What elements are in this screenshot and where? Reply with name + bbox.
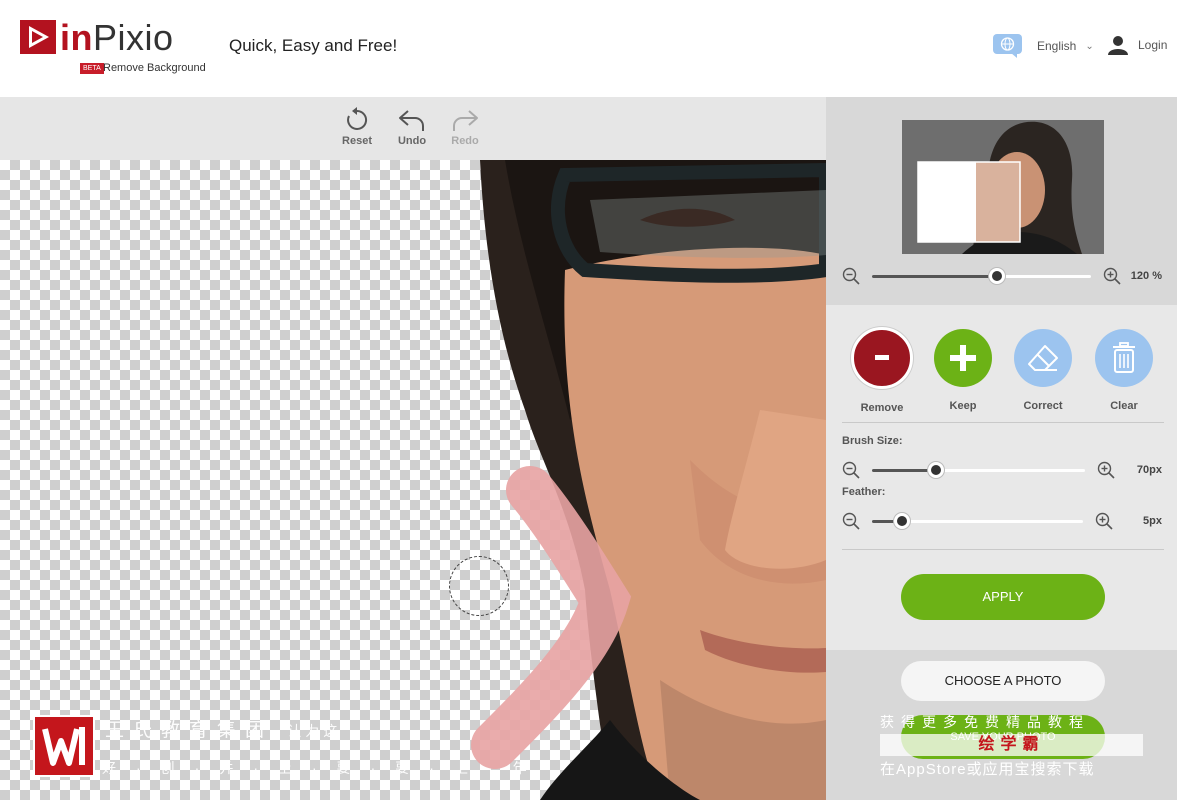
feather-handle[interactable]	[893, 512, 910, 529]
redo-label: Redo	[451, 135, 479, 147]
feather-slider[interactable]	[872, 512, 1084, 529]
watermark-right-line-2: 绘学霸	[880, 734, 1143, 756]
brush-size-label: Brush Size:	[842, 435, 903, 447]
divider	[842, 549, 1164, 550]
globe-chat-icon	[993, 34, 1022, 58]
logo-wordmark: inPixio	[60, 17, 174, 58]
brush-size-slider[interactable]	[872, 461, 1085, 478]
clear-label: Clear	[1110, 400, 1138, 412]
correct-label: Correct	[1023, 400, 1063, 412]
watermark-right: 获得更多免费精品教程 绘学霸 在AppStore或应用宝搜索下载	[880, 712, 1145, 782]
plus-icon	[950, 345, 976, 371]
feather-row: 5px	[842, 511, 1162, 531]
brush-size-handle[interactable]	[927, 461, 944, 478]
divider	[842, 422, 1164, 423]
correct-tool-circle	[1014, 329, 1072, 387]
reset-icon	[347, 107, 368, 130]
inpixio-logo[interactable]: inPixio BETA Remove Background	[20, 18, 210, 78]
undo-button[interactable]: Undo	[392, 107, 432, 147]
feather-label: Feather:	[842, 486, 886, 498]
reset-button[interactable]: Reset	[337, 107, 377, 147]
keep-tool-circle	[934, 329, 992, 387]
watermark-right-line-1: 获得更多免费精品教程	[880, 714, 1090, 730]
w-logo-icon	[42, 727, 85, 766]
brush-decrease-icon[interactable]	[842, 461, 860, 479]
trash-icon	[1113, 342, 1135, 373]
tagline: Quick, Easy and Free!	[229, 36, 398, 55]
reset-label: Reset	[342, 135, 372, 147]
play-logo-icon	[20, 20, 56, 54]
app-header: inPixio BETA Remove Background Quick, Ea…	[0, 0, 1177, 97]
login-link[interactable]: Login	[1108, 35, 1167, 55]
minus-icon	[875, 355, 889, 360]
brush-size-row: 70px	[842, 460, 1162, 480]
beta-badge: BETA	[80, 63, 104, 74]
choose-photo-button[interactable]: CHOOSE A PHOTO	[901, 661, 1105, 701]
clear-tool[interactable]: Clear	[1091, 327, 1157, 412]
remove-tool-circle	[851, 327, 913, 389]
zoom-value: 120 %	[1130, 270, 1162, 282]
language-selector[interactable]: English ⌄	[993, 33, 1094, 59]
brush-increase-icon[interactable]	[1097, 461, 1115, 479]
zoom-slider-handle[interactable]	[988, 267, 1005, 284]
keep-label: Keep	[949, 400, 977, 412]
navigator-preview[interactable]	[902, 120, 1104, 254]
zoom-out-icon[interactable]	[842, 267, 860, 285]
editing-canvas[interactable]	[0, 160, 826, 800]
remove-label: Remove	[860, 402, 904, 414]
chevron-down-icon: ⌄	[1085, 40, 1094, 52]
zoom-slider[interactable]	[872, 267, 1091, 284]
undo-label: Undo	[397, 135, 427, 147]
feather-decrease-icon[interactable]	[842, 512, 860, 530]
watermark-left: 王氏教育集团 认为这 好·创·并·上·要·要·上·年	[33, 715, 527, 785]
side-panel: 120 % Remove Keep Correct Clear Brush Si…	[826, 97, 1177, 800]
portrait-photo	[471, 160, 826, 800]
watermark-text-2: 好·创·并·上·要·要·上·年	[102, 760, 547, 776]
feather-increase-icon[interactable]	[1095, 512, 1113, 530]
keep-tool[interactable]: Keep	[930, 327, 996, 412]
redo-icon	[453, 110, 478, 131]
user-icon	[1108, 36, 1128, 55]
watermark-text-1: 王氏教育集团 认为这	[105, 720, 342, 741]
zoom-in-icon[interactable]	[1103, 267, 1121, 285]
preview-thumbnail	[902, 120, 1104, 254]
login-label: Login	[1138, 38, 1168, 52]
brush-size-value: 70px	[1136, 464, 1162, 476]
watermark-logo	[33, 715, 95, 777]
brush-cursor	[449, 556, 509, 616]
language-label: English	[1037, 39, 1077, 53]
editor-toolbar: Reset Undo Redo	[0, 97, 826, 160]
apply-button[interactable]: APPLY	[901, 574, 1105, 620]
zoom-slider-row: 120 %	[842, 266, 1162, 286]
feather-value: 5px	[1143, 515, 1162, 527]
eraser-icon	[1028, 345, 1058, 371]
brush-tools-area: Remove Keep Correct Clear Brush Size: 70…	[826, 305, 1177, 650]
correct-tool[interactable]: Correct	[1010, 327, 1076, 412]
redo-button[interactable]: Redo	[445, 107, 485, 147]
undo-icon	[399, 110, 424, 131]
logo-subtitle: Remove Background	[103, 62, 206, 74]
remove-tool[interactable]: Remove	[849, 327, 915, 414]
clear-tool-circle	[1095, 329, 1153, 387]
watermark-right-line-3: 在AppStore或应用宝搜索下载	[880, 761, 1095, 778]
